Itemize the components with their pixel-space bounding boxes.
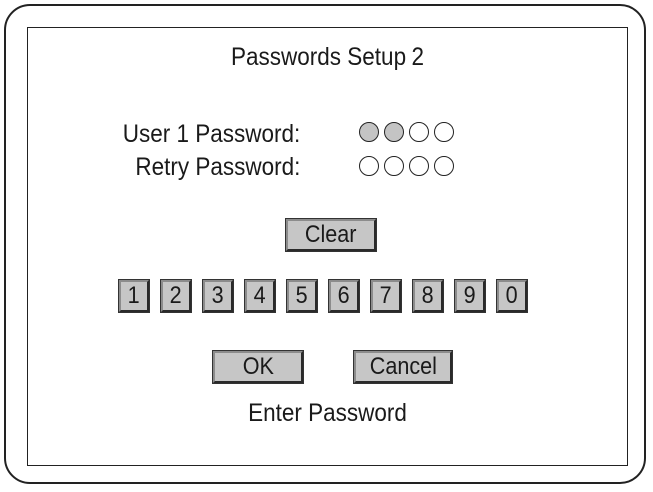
keypad-key-label: 1 — [127, 282, 141, 309]
keypad-key-label: 4 — [253, 282, 267, 309]
keypad-key-7[interactable]: 7 — [370, 279, 402, 313]
ok-button[interactable]: OK — [212, 350, 304, 384]
clear-button-label: Clear — [305, 221, 357, 248]
keypad-key-label: 7 — [379, 282, 393, 309]
retry-password-indicator — [359, 156, 454, 176]
user-password-dot — [434, 122, 454, 142]
title-text: Passwords Setup — [230, 43, 407, 71]
keypad-key-label: 9 — [463, 282, 477, 309]
cancel-button-label: Cancel — [369, 353, 437, 380]
ok-button-label: OK — [242, 353, 274, 380]
retry-password-dot — [434, 156, 454, 176]
clear-button[interactable]: Clear — [285, 218, 377, 252]
keypad-key-label: 2 — [169, 282, 183, 309]
keypad-key-label: 8 — [421, 282, 435, 309]
keypad-key-label: 6 — [337, 282, 351, 309]
keypad-key-9[interactable]: 9 — [454, 279, 486, 313]
user-password-indicator — [359, 122, 454, 142]
keypad-key-5[interactable]: 5 — [286, 279, 318, 313]
user-password-label: User 1 Password: — [122, 120, 300, 148]
retry-password-dot — [384, 156, 404, 176]
retry-password-label: Retry Password: — [134, 153, 300, 181]
keypad-key-8[interactable]: 8 — [412, 279, 444, 313]
keypad-key-4[interactable]: 4 — [244, 279, 276, 313]
keypad-key-label: 3 — [211, 282, 225, 309]
keypad-key-label: 5 — [295, 282, 309, 309]
user-password-dot — [384, 122, 404, 142]
status-message: Enter Password — [248, 399, 407, 427]
keypad-key-1[interactable]: 1 — [118, 279, 150, 313]
title-number: 2 — [411, 43, 424, 71]
keypad-key-label: 0 — [505, 282, 519, 309]
cancel-button[interactable]: Cancel — [353, 350, 453, 384]
keypad-key-3[interactable]: 3 — [202, 279, 234, 313]
keypad-key-0[interactable]: 0 — [496, 279, 528, 313]
user-password-dot — [359, 122, 379, 142]
user-password-dot — [409, 122, 429, 142]
retry-password-dot — [409, 156, 429, 176]
keypad-key-6[interactable]: 6 — [328, 279, 360, 313]
retry-password-dot — [359, 156, 379, 176]
keypad-key-2[interactable]: 2 — [160, 279, 192, 313]
page-title: Passwords Setup 2 — [58, 43, 597, 72]
password-setup-screen: Passwords Setup 2 User 1 Password: Retry … — [27, 27, 628, 466]
